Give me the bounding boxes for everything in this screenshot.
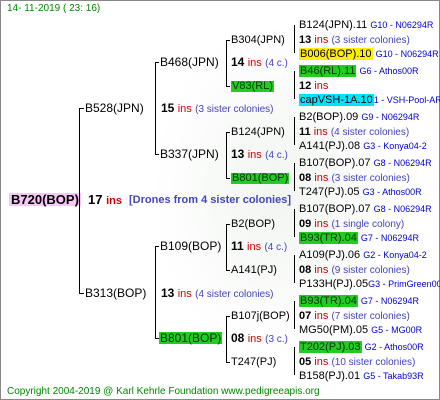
gen3-b2[interactable]: B2(BOP) bbox=[231, 219, 275, 230]
g4-row: 07 ins (7 sister colonies) bbox=[299, 310, 410, 322]
gen2-b337[interactable]: B337(JPN) bbox=[160, 148, 219, 160]
g4-row[interactable]: MG50(PM).05 G5 - MG00R bbox=[299, 325, 422, 336]
gen1-b313[interactable]: B313(BOP) bbox=[85, 287, 146, 299]
gen2-b109[interactable]: B109(BOP) bbox=[160, 240, 221, 252]
g4-row[interactable]: B107(BOP).07 G8 - N06294R bbox=[299, 204, 432, 215]
gen3-b304[interactable]: B304(JPN) bbox=[231, 35, 285, 46]
gen2-b109-count: 11 ins (4 c.) bbox=[231, 239, 288, 253]
g4-row[interactable]: T247(PJ).05 G3 - Athos00R bbox=[299, 187, 422, 198]
gen2-b337-count: 13 ins (4 c.) bbox=[231, 147, 288, 161]
g4-row[interactable]: T202(PJ).03 G2 - Athos00R bbox=[299, 341, 424, 353]
gen3-b107j[interactable]: B107j(BOP) bbox=[231, 311, 290, 322]
pedigree-canvas: 14- 11-2019 ( 23: 16) Copyright 2004-201… bbox=[0, 0, 440, 400]
g4-row[interactable]: B158(PJ).01 G5 - Takab93R bbox=[299, 371, 424, 382]
g4-row: 09 ins (1 single colony) bbox=[299, 218, 405, 230]
g4-row: 08 ins (9 sister colonies) bbox=[299, 264, 410, 276]
g4-row[interactable]: P133H(PJ).05G3 - PrimGreen00 bbox=[299, 279, 440, 290]
g4-row[interactable]: A141(PJ).08 G3 - Konya04-2 bbox=[299, 141, 427, 152]
g4-row: 08 ins (3 sister colonies) bbox=[299, 172, 410, 184]
g4-row[interactable]: B2(BOP).09 G9 - N06294R bbox=[299, 112, 419, 123]
g4-row[interactable]: B93(TR).04 G7 - N06294R bbox=[299, 295, 419, 307]
g4-row: 11 ins (4 sister colonies) bbox=[299, 126, 410, 138]
gen3-b124[interactable]: B124(JPN) bbox=[231, 127, 285, 138]
g4-row[interactable]: B006(BOP).10 G10 - N06294R bbox=[299, 48, 439, 60]
copyright-footer: Copyright 2004-2019 @ Karl Kehrle Founda… bbox=[7, 386, 320, 397]
root-drone-note: [Drones from 4 sister colonies] bbox=[129, 194, 291, 206]
g4-row: 05 ins (10 sister colonies) bbox=[299, 356, 416, 368]
g4-row[interactable]: B107(BOP).07 G8 - N06294R bbox=[299, 158, 432, 169]
g4-row[interactable]: capVSH-1A.101 - VSH-Pool-AR bbox=[299, 94, 440, 106]
gen2-b801-count: 08 ins (3 c.) bbox=[231, 331, 288, 345]
g4-row[interactable]: A109(PJ).06 G2 - Konya04-2 bbox=[299, 250, 427, 261]
gen3-b801[interactable]: B801(BOP) bbox=[231, 173, 290, 184]
gen2-b468-count: 14 ins (4 c.) bbox=[231, 55, 288, 69]
g4-row[interactable]: B46(RL).11 G6 - Athos00R bbox=[299, 65, 419, 77]
g4-row[interactable]: B124(JPN).11 G10 - N06294R bbox=[299, 20, 433, 31]
gen1-b528-count: 15 ins (3 sister colonies) bbox=[161, 101, 274, 115]
timestamp: 14- 11-2019 ( 23: 16) bbox=[7, 3, 101, 14]
g4-row: 12 ins bbox=[299, 80, 329, 92]
gen3-t247[interactable]: T247(PJ) bbox=[231, 357, 276, 368]
root-count: 17 ins bbox=[88, 192, 122, 207]
gen1-b313-count: 13 ins (4 sister colonies) bbox=[161, 286, 274, 300]
g4-row[interactable]: B93(TR).04 G7 - N06294R bbox=[299, 232, 419, 244]
gen1-b528[interactable]: B528(JPN) bbox=[85, 102, 144, 114]
g4-row: 13 ins (3 sister colonies) bbox=[299, 34, 410, 46]
gen2-b468[interactable]: B468(JPN) bbox=[160, 56, 219, 68]
gen3-a141[interactable]: A141(PJ) bbox=[231, 265, 277, 276]
gen2-b801[interactable]: B801(BOP) bbox=[159, 332, 223, 344]
gen3-v83[interactable]: V83(RL) bbox=[231, 81, 274, 92]
root-queen[interactable]: B720(BOP) bbox=[9, 193, 81, 206]
